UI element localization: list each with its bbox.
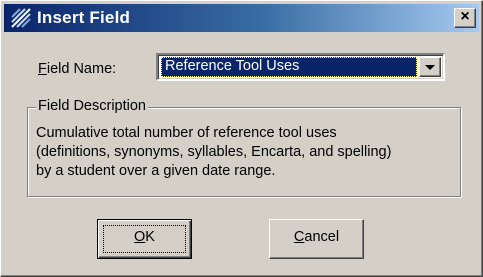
cancel-button[interactable]: Cancel <box>269 219 364 259</box>
cancel-accel: C <box>293 229 305 245</box>
close-icon: × <box>460 8 470 25</box>
field-name-selected[interactable]: Reference Tool Uses <box>161 57 417 77</box>
chevron-down-icon <box>425 65 435 70</box>
field-description-text: Cumulative total number of reference too… <box>36 124 456 181</box>
field-description-title: Field Description <box>36 98 148 114</box>
window-title: Insert Field <box>37 8 131 27</box>
field-description-group: Field Description Cumulative total numbe… <box>27 98 461 197</box>
field-name-label-text: ield Name: <box>46 61 117 77</box>
close-button[interactable]: × <box>454 8 476 28</box>
dropdown-button[interactable] <box>419 57 441 77</box>
description-line: by a student over a given date range. <box>36 163 276 179</box>
ok-button[interactable]: OK <box>97 219 192 259</box>
description-line: (definitions, synonyms, syllables, Encar… <box>36 144 392 160</box>
insert-field-dialog: Insert Field × Field Name: Reference Too… <box>0 0 483 277</box>
field-name-accel: F <box>38 61 47 77</box>
description-line: Cumulative total number of reference too… <box>36 125 337 141</box>
cancel-label: ancel <box>304 229 340 245</box>
field-name-label: Field Name: <box>38 61 116 77</box>
focus-rect <box>103 225 186 253</box>
title-bar[interactable]: Insert Field × <box>4 4 479 32</box>
field-name-dropdown[interactable]: Reference Tool Uses <box>156 53 445 81</box>
app-icon <box>11 8 31 28</box>
